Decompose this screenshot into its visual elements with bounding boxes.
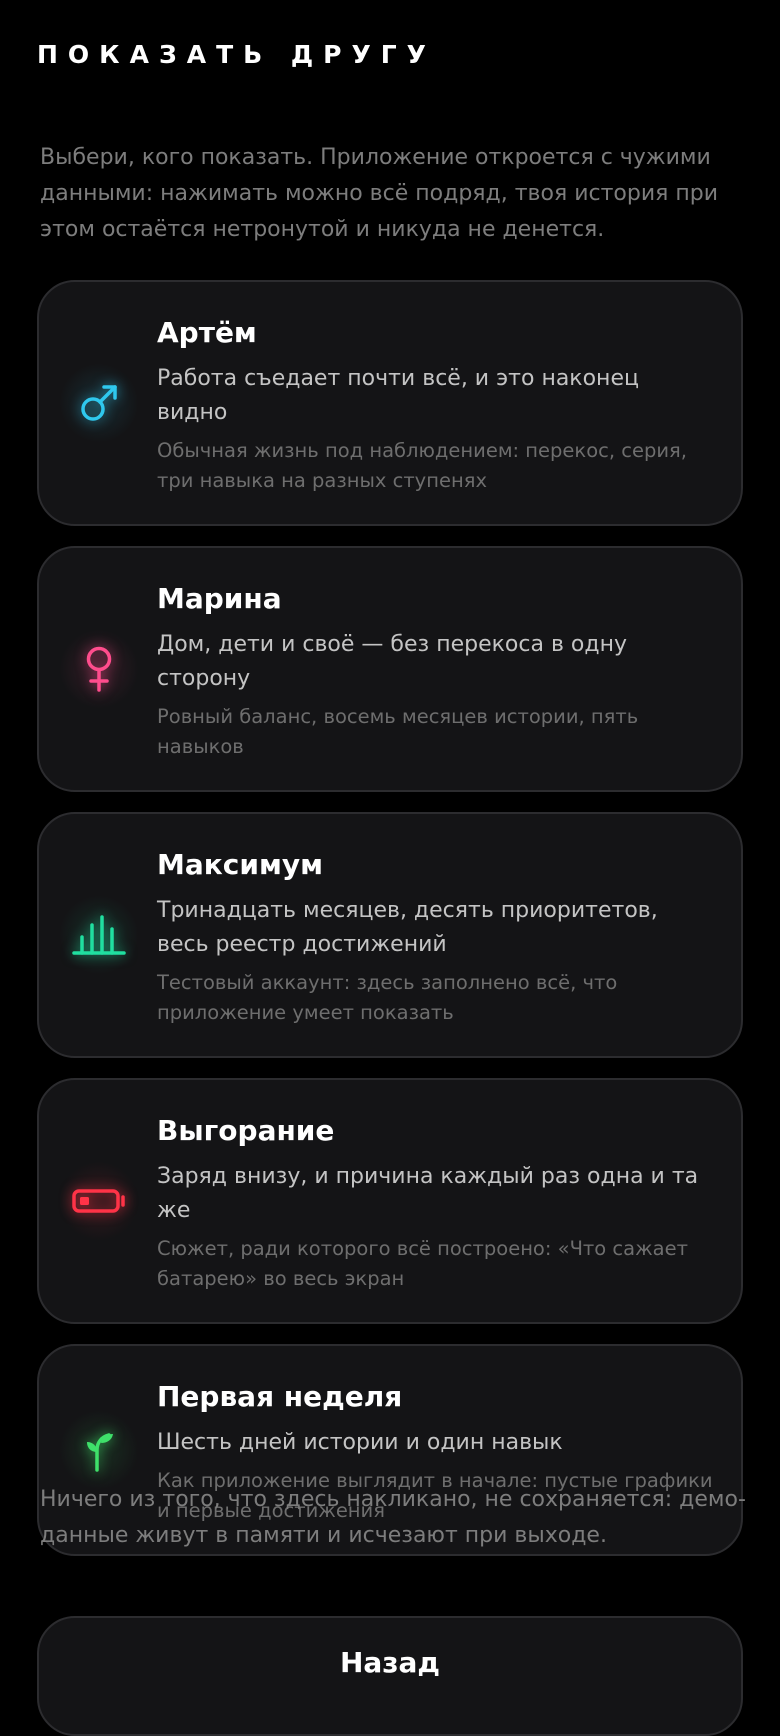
card-subtitle: Заряд внизу, и причина каждый раз одна и… [157, 1164, 699, 1223]
footnote-text: Ничего из того, что здесь накликано, не … [40, 1487, 746, 1548]
low-battery-icon [59, 1161, 139, 1241]
card-title: Артём [157, 316, 257, 349]
card-subtitle: Работа съедает почти всё, и это наконец … [157, 366, 639, 425]
back-button[interactable]: Назад [37, 1616, 743, 1736]
profile-card-maximum[interactable]: Максимум Тринадцать месяцев, десять прио… [37, 812, 743, 1058]
profile-card-marina[interactable]: Марина Дом, дети и своё — без перекоса в… [37, 546, 743, 792]
card-title: Выгорание [157, 1114, 335, 1147]
card-title: Первая неделя [157, 1380, 403, 1413]
profile-card-artem[interactable]: Артём Работа съедает почти всё, и это на… [37, 280, 743, 526]
card-title: Марина [157, 582, 282, 615]
sprout-icon [59, 1410, 139, 1490]
page-title: ПОКАЗАТЬ ДРУГУ [37, 40, 436, 69]
card-subtitle: Тринадцать месяцев, десять приоритетов, … [157, 898, 658, 957]
card-subtitle: Дом, дети и своё — без перекоса в одну с… [157, 632, 627, 691]
bar-chart-icon [59, 895, 139, 975]
profile-list: Артём Работа съедает почти всё, и это на… [37, 280, 743, 1576]
card-description: Тестовый аккаунт: здесь заполнено всё, ч… [157, 971, 618, 1024]
male-symbol-icon [59, 363, 139, 443]
intro-text: Выбери, кого показать. Приложение открое… [40, 145, 718, 242]
profile-card-burnout[interactable]: Выгорание Заряд внизу, и причина каждый … [37, 1078, 743, 1324]
card-title: Максимум [157, 848, 324, 881]
female-symbol-icon [59, 629, 139, 709]
card-description: Обычная жизнь под наблюдением: перекос, … [157, 439, 687, 492]
card-description: Сюжет, ради которого всё построено: «Что… [157, 1237, 688, 1290]
card-subtitle: Шесть дней истории и один навык [157, 1430, 563, 1455]
card-description: Ровный баланс, восемь месяцев истории, п… [157, 705, 639, 758]
